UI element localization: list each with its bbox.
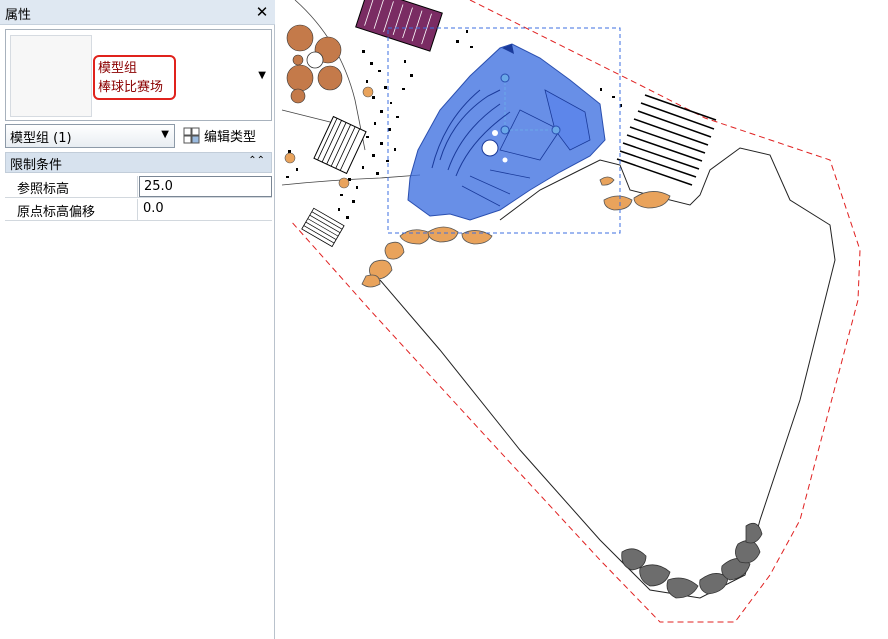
chevron-down-icon: ▼ (161, 129, 169, 140)
stadium-model-group[interactable] (387, 27, 621, 234)
property-name: 原点标高偏移 (5, 199, 138, 220)
edit-type-button[interactable]: 编辑类型 (181, 124, 272, 148)
property-name: 参照标高 (5, 176, 138, 197)
type-preview-image (10, 35, 92, 117)
property-row: 原点标高偏移 0.0 (5, 199, 272, 221)
properties-panel: 属性 ✕ 模型组 棒球比赛场 ▼ 模型组 (1) ▼ 编辑类型 限制条件 ⌃⌃ … (0, 0, 275, 639)
type-name-highlight: 模型组 棒球比赛场 (93, 55, 176, 100)
group-title: 限制条件 (10, 158, 63, 173)
type-name-label: 棒球比赛场 (98, 80, 164, 95)
site-plan (281, 0, 861, 623)
grip-handle[interactable] (551, 125, 561, 135)
instance-row: 模型组 (1) ▼ 编辑类型 (5, 124, 272, 150)
property-value-input[interactable]: 25.0 (139, 176, 272, 197)
grip-handle[interactable] (500, 125, 510, 135)
type-selector[interactable]: 模型组 棒球比赛场 ▼ (5, 29, 272, 121)
parking-lot-top (355, 0, 443, 52)
group-header-constraints[interactable]: 限制条件 ⌃⌃ (5, 152, 272, 173)
collapse-icon[interactable]: ⌃⌃ (248, 155, 265, 166)
type-family-label: 模型组 (98, 61, 138, 76)
grip-handle[interactable] (500, 73, 510, 83)
parking-lot-right (616, 94, 717, 186)
instance-filter-dropdown[interactable]: 模型组 (1) ▼ (5, 124, 175, 148)
stair-structure (313, 115, 367, 175)
chevron-down-icon[interactable]: ▼ (258, 70, 266, 81)
panel-title-bar: 属性 ✕ (0, 0, 275, 25)
close-icon[interactable]: ✕ (253, 2, 271, 22)
instance-filter-label: 模型组 (1) (10, 131, 72, 146)
gray-rocks (621, 522, 763, 599)
property-row: 参照标高 25.0 (5, 176, 272, 198)
property-value-input[interactable]: 0.0 (139, 199, 272, 220)
sports-courts (286, 24, 343, 104)
site-road (379, 147, 836, 599)
drawing-canvas[interactable] (276, 0, 888, 639)
panel-title: 属性 (5, 8, 32, 23)
edit-type-label: 编辑类型 (204, 130, 257, 145)
edit-type-icon (183, 127, 200, 144)
